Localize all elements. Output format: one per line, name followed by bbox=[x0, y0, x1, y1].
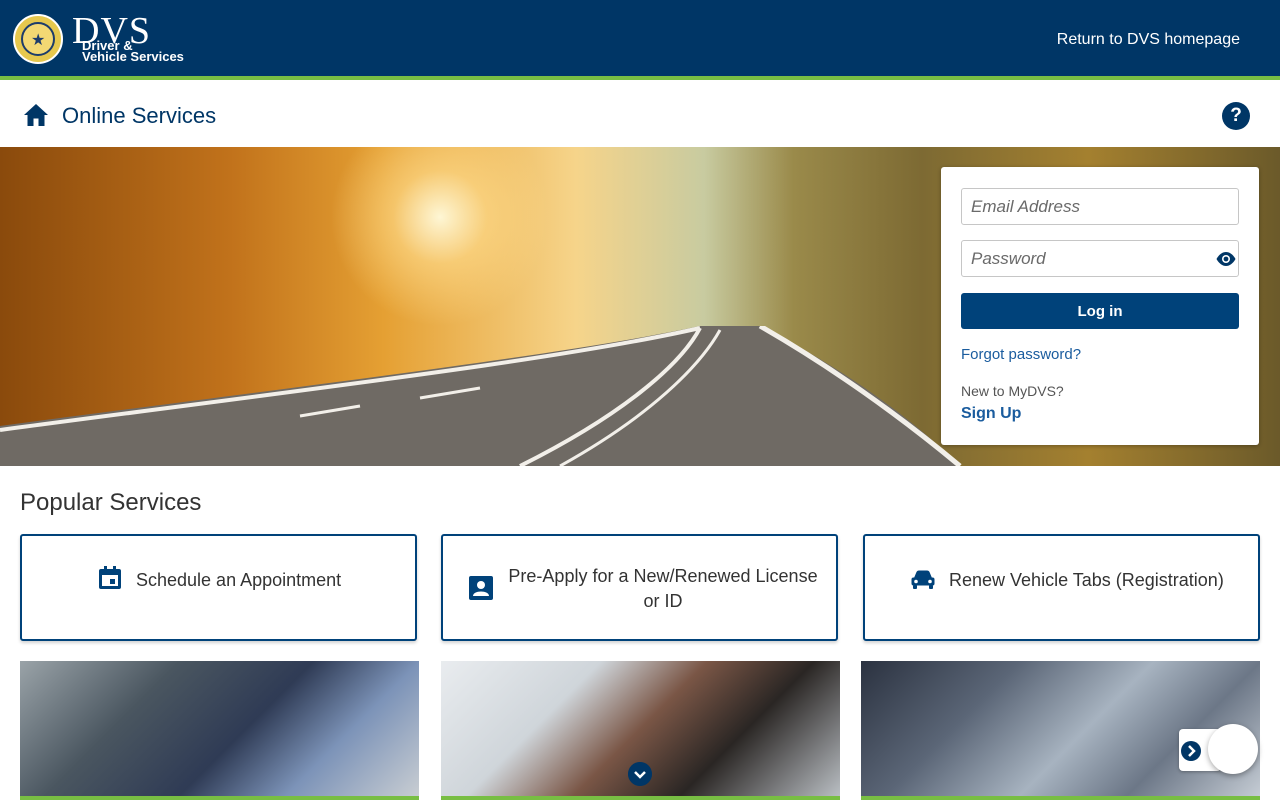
popular-services-heading: Popular Services bbox=[20, 489, 202, 516]
service-card-pre-apply-license[interactable]: Pre-Apply for a New/Renewed License or I… bbox=[441, 534, 838, 641]
hero-sun-glow bbox=[330, 147, 550, 327]
help-icon[interactable]: ? bbox=[1222, 102, 1250, 130]
login-card: Log in Forgot password? New to MyDVS? Si… bbox=[941, 167, 1259, 445]
driving-test-photo[interactable] bbox=[20, 661, 419, 800]
chat-widget-button[interactable] bbox=[1208, 724, 1258, 774]
sub-header: Online Services ? bbox=[0, 84, 1280, 147]
password-input[interactable] bbox=[961, 240, 1239, 277]
chevron-right-icon bbox=[1181, 741, 1201, 761]
sign-up-link[interactable]: Sign Up bbox=[961, 405, 1021, 423]
service-label: Schedule an Appointment bbox=[136, 570, 342, 590]
show-password-eye-icon[interactable] bbox=[1215, 251, 1237, 267]
return-to-dvs-link[interactable]: Return to DVS homepage bbox=[1057, 31, 1240, 49]
service-card-schedule-appointment[interactable]: Schedule an Appointment bbox=[20, 534, 417, 641]
state-seal-logo: ★ bbox=[13, 14, 63, 64]
brand-line-2: Vehicle Services bbox=[82, 49, 184, 64]
id-card-icon bbox=[469, 576, 493, 600]
home-icon[interactable] bbox=[23, 103, 49, 127]
site-header: ★ DVS Driver & Vehicle Services Return t… bbox=[0, 0, 1280, 80]
page-title: Online Services bbox=[62, 103, 217, 128]
login-button[interactable]: Log in bbox=[961, 293, 1239, 329]
service-label: Renew Vehicle Tabs (Registration) bbox=[949, 570, 1224, 590]
service-card-renew-vehicle-tabs[interactable]: Renew Vehicle Tabs (Registration) bbox=[863, 534, 1260, 641]
chevron-down-icon[interactable] bbox=[628, 762, 652, 786]
calendar-icon bbox=[99, 566, 121, 589]
car-icon bbox=[911, 570, 935, 589]
email-input[interactable] bbox=[961, 188, 1239, 225]
new-to-mydvs-text: New to MyDVS? bbox=[961, 383, 1064, 399]
forgot-password-link[interactable]: Forgot password? bbox=[961, 346, 1081, 363]
service-label: Pre-Apply for a New/Renewed License or I… bbox=[508, 566, 818, 611]
